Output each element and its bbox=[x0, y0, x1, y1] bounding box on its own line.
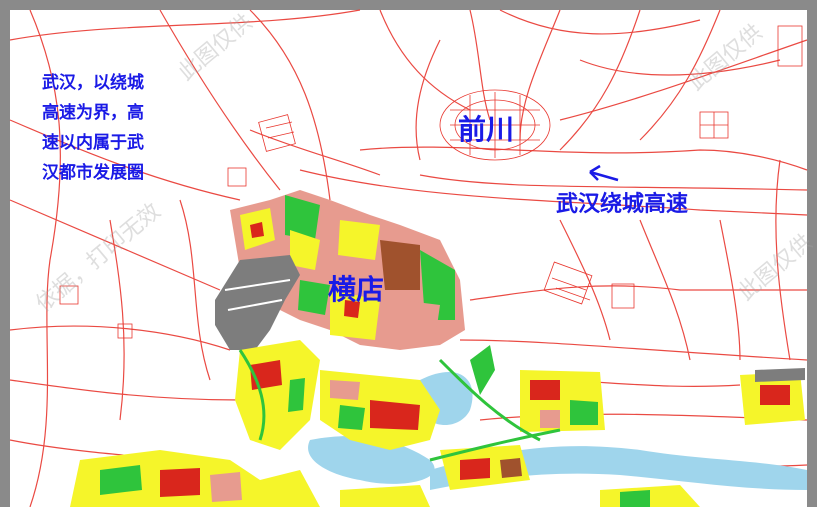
place-label-hengdian: 横店 bbox=[328, 273, 385, 306]
place-label-qianchuan: 前川 bbox=[458, 113, 515, 146]
annotation-note: 武汉，以绕城 高速为界，高 速以内属于武 汉都市发展圈 bbox=[42, 73, 144, 183]
ring-road-label: 武汉绕城高速 bbox=[556, 192, 689, 217]
